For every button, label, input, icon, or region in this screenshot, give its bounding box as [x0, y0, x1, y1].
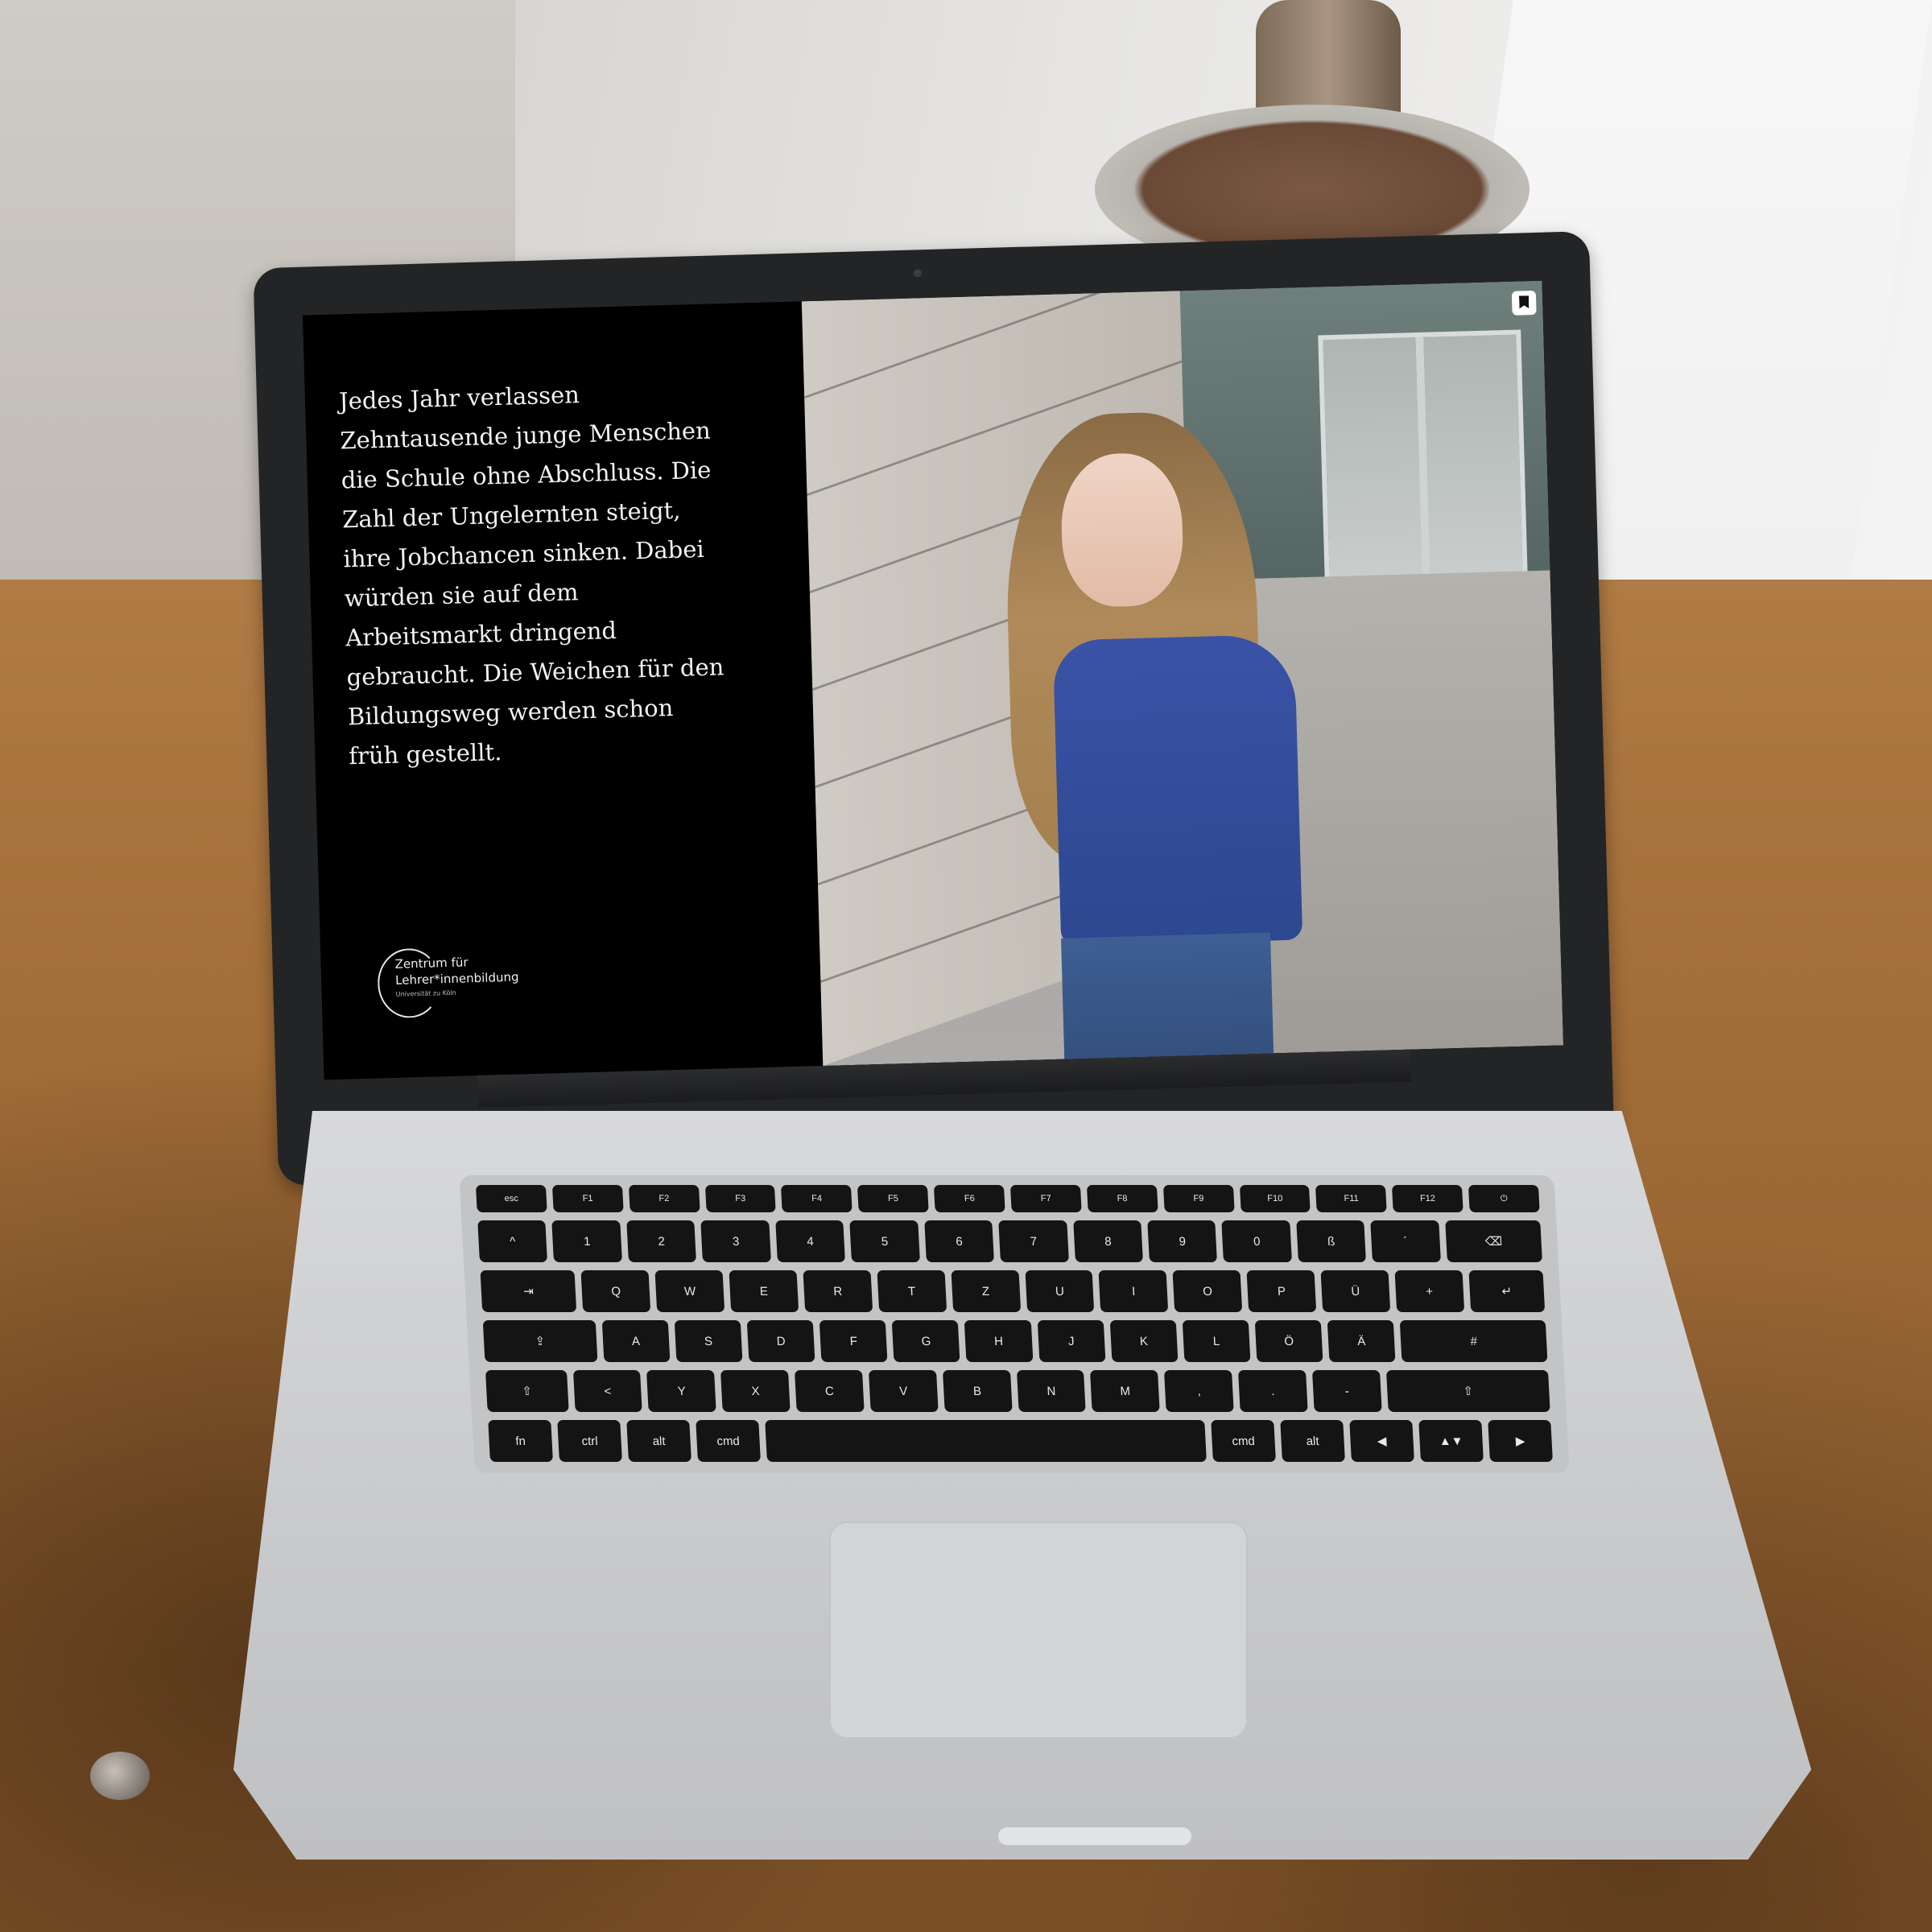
key-2-12[interactable]: + [1394, 1270, 1464, 1312]
key-0-1[interactable]: F1 [551, 1185, 624, 1212]
key-1-0[interactable]: ^ [477, 1220, 548, 1262]
key-4-8[interactable]: M [1090, 1370, 1160, 1412]
key-3-5[interactable]: G [891, 1320, 960, 1362]
laptop-lid: Jedes Jahr verlassen Zehntausende junge … [253, 231, 1615, 1186]
key-4-3[interactable]: X [720, 1370, 791, 1412]
laptop-base: esc F1 F2 F3 F4 F5 F6 F7 F8 F9 F10 F11 F12 ⏻ ^ 1 2 3 4 5 6 7 8… [233, 1111, 1811, 1860]
key-4-5[interactable]: V [868, 1370, 939, 1412]
key-2-7[interactable]: U [1025, 1270, 1095, 1312]
key-4-6[interactable]: B [942, 1370, 1013, 1412]
key-3-2[interactable]: S [674, 1320, 743, 1362]
key-5-4[interactable] [765, 1420, 1207, 1462]
trackpad[interactable] [829, 1521, 1248, 1739]
lid-notch [998, 1827, 1191, 1845]
key-0-6[interactable]: F6 [934, 1185, 1005, 1212]
key-3-11[interactable]: Ä [1327, 1320, 1396, 1362]
key-3-9[interactable]: L [1182, 1320, 1251, 1362]
key-4-7[interactable]: N [1016, 1370, 1087, 1412]
key-4-1[interactable]: < [572, 1370, 643, 1412]
key-2-11[interactable]: Ü [1320, 1270, 1391, 1312]
key-1-5[interactable]: 5 [849, 1220, 920, 1262]
key-0-5[interactable]: F5 [857, 1185, 929, 1212]
text-panel: Jedes Jahr verlassen Zehntausende junge … [303, 301, 824, 1080]
intro-paragraph: Jedes Jahr verlassen Zehntausende junge … [338, 381, 724, 770]
key-0-9[interactable]: F9 [1162, 1185, 1235, 1212]
key-1-6[interactable]: 6 [923, 1220, 995, 1262]
girl-jeans [1061, 932, 1274, 1059]
table-bolt [90, 1752, 150, 1800]
keyboard: esc F1 F2 F3 F4 F5 F6 F7 F8 F9 F10 F11 F12 ⏻ ^ 1 2 3 4 5 6 7 8… [459, 1175, 1570, 1473]
key-3-3[interactable]: D [746, 1320, 815, 1362]
logo-line-2: Lehrer*innenbildung [394, 969, 519, 988]
key-3-6[interactable]: H [964, 1320, 1033, 1362]
key-4-2[interactable]: Y [646, 1370, 716, 1412]
laptop-screen: Jedes Jahr verlassen Zehntausende junge … [303, 280, 1563, 1080]
key-0-4[interactable]: F4 [781, 1185, 852, 1212]
key-1-13[interactable]: ⌫ [1445, 1220, 1542, 1262]
key-4-12[interactable]: ⇧ [1385, 1370, 1550, 1412]
key-3-1[interactable]: A [601, 1320, 671, 1362]
key-1-2[interactable]: 2 [626, 1220, 697, 1262]
key-0-3[interactable]: F3 [704, 1185, 777, 1212]
key-1-1[interactable]: 1 [551, 1220, 622, 1262]
key-2-10[interactable]: P [1246, 1270, 1317, 1312]
glass-doors [1318, 329, 1528, 587]
key-2-2[interactable]: W [654, 1270, 725, 1312]
key-1-3[interactable]: 3 [700, 1220, 771, 1262]
key-2-1[interactable]: Q [580, 1270, 651, 1312]
key-2-5[interactable]: T [877, 1270, 947, 1312]
key-1-11[interactable]: ß [1296, 1220, 1367, 1262]
bookmark-icon[interactable] [1511, 290, 1537, 316]
key-5-6[interactable]: alt [1280, 1420, 1345, 1462]
key-2-4[interactable]: R [803, 1270, 873, 1312]
key-0-0[interactable]: esc [475, 1185, 547, 1212]
key-5-5[interactable]: cmd [1211, 1420, 1276, 1462]
key-2-0[interactable]: ⇥ [480, 1270, 577, 1312]
logo-line-3: Universität zu Köln [395, 989, 456, 998]
key-3-8[interactable]: K [1109, 1320, 1179, 1362]
key-0-7[interactable]: F7 [1009, 1185, 1082, 1212]
logo-line-1: Zentrum für [394, 955, 469, 972]
key-2-9[interactable]: O [1172, 1270, 1243, 1312]
institution-logo[interactable]: Zentrum für Lehrer*innenbildung Universi… [377, 944, 555, 1022]
key-3-7[interactable]: J [1037, 1320, 1106, 1362]
key-3-4[interactable]: F [819, 1320, 888, 1362]
key-0-12[interactable]: F12 [1392, 1185, 1463, 1212]
key-2-3[interactable]: E [729, 1270, 799, 1312]
key-1-8[interactable]: 8 [1072, 1220, 1143, 1262]
key-5-8[interactable]: ▲▼ [1418, 1420, 1484, 1462]
photo-panel [801, 280, 1563, 1067]
key-0-2[interactable]: F2 [628, 1185, 700, 1212]
key-0-10[interactable]: F10 [1239, 1185, 1311, 1212]
key-0-8[interactable]: F8 [1086, 1185, 1158, 1212]
key-5-2[interactable]: alt [626, 1420, 691, 1462]
key-4-11[interactable]: - [1311, 1370, 1382, 1412]
key-1-9[interactable]: 9 [1147, 1220, 1218, 1262]
key-0-11[interactable]: F11 [1315, 1185, 1387, 1212]
key-2-6[interactable]: Z [951, 1270, 1021, 1312]
key-1-12[interactable]: ´ [1370, 1220, 1441, 1262]
key-5-0[interactable]: fn [488, 1420, 553, 1462]
key-4-9[interactable]: , [1164, 1370, 1234, 1412]
key-3-0[interactable]: ⇪ [482, 1320, 598, 1362]
key-0-13[interactable]: ⏻ [1468, 1185, 1540, 1212]
key-4-10[interactable]: . [1238, 1370, 1308, 1412]
key-5-9[interactable]: ▶ [1488, 1420, 1553, 1462]
key-3-10[interactable]: Ö [1254, 1320, 1323, 1362]
key-4-4[interactable]: C [795, 1370, 865, 1412]
key-5-3[interactable]: cmd [696, 1420, 761, 1462]
key-1-7[interactable]: 7 [998, 1220, 1069, 1262]
key-2-13[interactable]: ↵ [1468, 1270, 1546, 1312]
girl-shirt [1052, 634, 1303, 947]
key-1-4[interactable]: 4 [775, 1220, 846, 1262]
key-5-7[interactable]: ◀ [1349, 1420, 1414, 1462]
key-4-0[interactable]: ⇧ [485, 1370, 569, 1412]
key-1-10[interactable]: 0 [1221, 1220, 1292, 1262]
key-3-12[interactable]: # [1400, 1320, 1548, 1362]
webcam [913, 269, 923, 278]
key-5-1[interactable]: ctrl [557, 1420, 622, 1462]
key-2-8[interactable]: I [1098, 1270, 1169, 1312]
